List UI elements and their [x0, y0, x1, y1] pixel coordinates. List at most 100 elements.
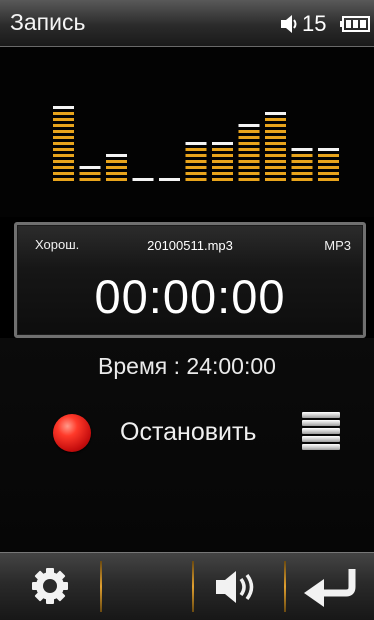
eq-segment [79, 166, 101, 169]
eq-segment [265, 136, 286, 139]
eq-segment [291, 148, 313, 151]
speaker-icon [216, 571, 254, 603]
recording-info-panel: Хорош. 20100511.mp3 MP3 00:00:00 [14, 222, 366, 338]
eq-segment [318, 166, 339, 169]
eq-segment [265, 172, 286, 175]
eq-segment [265, 148, 286, 151]
eq-bar [106, 154, 127, 181]
eq-segment [238, 178, 260, 181]
eq-segment [291, 172, 313, 175]
eq-segment [291, 154, 313, 157]
eq-segment [265, 124, 286, 127]
eq-segment [238, 136, 260, 139]
eq-segment [318, 172, 339, 175]
eq-segment [132, 178, 154, 181]
eq-segment [265, 130, 286, 133]
eq-bar [132, 178, 154, 181]
battery-icon [340, 16, 370, 32]
eq-segment [79, 172, 101, 175]
eq-segment [159, 178, 180, 181]
eq-segment [238, 124, 260, 127]
eq-bar [265, 112, 286, 181]
settings-button[interactable] [0, 553, 100, 620]
eq-segment [265, 142, 286, 145]
eq-segment [185, 142, 207, 145]
back-arrow-icon [304, 569, 356, 607]
eq-segment [265, 160, 286, 163]
eq-segment [53, 130, 74, 133]
eq-segment [238, 160, 260, 163]
eq-segment [53, 166, 74, 169]
toolbar-empty-slot [102, 553, 192, 620]
eq-segment [53, 160, 74, 163]
eq-segment [318, 148, 339, 151]
list-icon[interactable] [302, 412, 340, 450]
eq-segment [53, 148, 74, 151]
recording-timer: 00:00:00 [94, 270, 286, 323]
eq-segment [238, 142, 260, 145]
level-meter-area [0, 47, 374, 217]
eq-segment [212, 178, 233, 181]
eq-segment [185, 172, 207, 175]
eq-segment [212, 148, 233, 151]
eq-bar [318, 148, 339, 181]
eq-segment [53, 106, 74, 109]
eq-segment [291, 166, 313, 169]
eq-segment [53, 172, 74, 175]
speaker-icon [281, 15, 297, 33]
eq-segment [212, 172, 233, 175]
eq-segment [212, 154, 233, 157]
eq-segment [53, 178, 74, 181]
eq-segment [265, 112, 286, 115]
eq-segment [265, 178, 286, 181]
eq-segment [238, 154, 260, 157]
eq-segment [318, 178, 339, 181]
eq-segment [185, 154, 207, 157]
eq-segment [185, 166, 207, 169]
eq-segment [53, 142, 74, 145]
eq-segment [265, 166, 286, 169]
eq-bar [53, 106, 74, 181]
record-icon[interactable] [53, 414, 91, 452]
eq-segment [106, 172, 127, 175]
volume-button[interactable] [194, 553, 284, 620]
time-remaining: Время : 24:00:00 [98, 353, 276, 379]
eq-segment [212, 142, 233, 145]
eq-segment [185, 148, 207, 151]
eq-segment [53, 118, 74, 121]
eq-bar [159, 178, 180, 181]
audio-level-meter [53, 106, 339, 181]
eq-bar [212, 142, 233, 181]
eq-segment [53, 136, 74, 139]
eq-bar [238, 124, 260, 181]
eq-segment [238, 166, 260, 169]
eq-segment [53, 124, 74, 127]
stop-button[interactable]: Остановить [120, 418, 256, 447]
volume-indicator: 15 [280, 11, 336, 36]
eq-segment [185, 178, 207, 181]
eq-segment [212, 160, 233, 163]
eq-segment [318, 160, 339, 163]
eq-segment [106, 166, 127, 169]
eq-segment [212, 166, 233, 169]
eq-segment [53, 154, 74, 157]
eq-segment [106, 178, 127, 181]
eq-segment [79, 178, 101, 181]
eq-segment [53, 112, 74, 115]
back-button[interactable] [286, 553, 374, 620]
eq-segment [238, 172, 260, 175]
eq-bar [185, 142, 207, 181]
eq-segment [106, 154, 127, 157]
eq-bar [79, 166, 101, 181]
eq-segment [238, 148, 260, 151]
eq-segment [265, 118, 286, 121]
eq-segment [265, 154, 286, 157]
eq-bar [291, 148, 313, 181]
eq-segment [106, 160, 127, 163]
bottom-toolbar [0, 552, 374, 620]
eq-segment [238, 130, 260, 133]
eq-segment [291, 160, 313, 163]
volume-level: 15 [302, 11, 327, 36]
eq-segment [291, 178, 313, 181]
eq-segment [185, 160, 207, 163]
